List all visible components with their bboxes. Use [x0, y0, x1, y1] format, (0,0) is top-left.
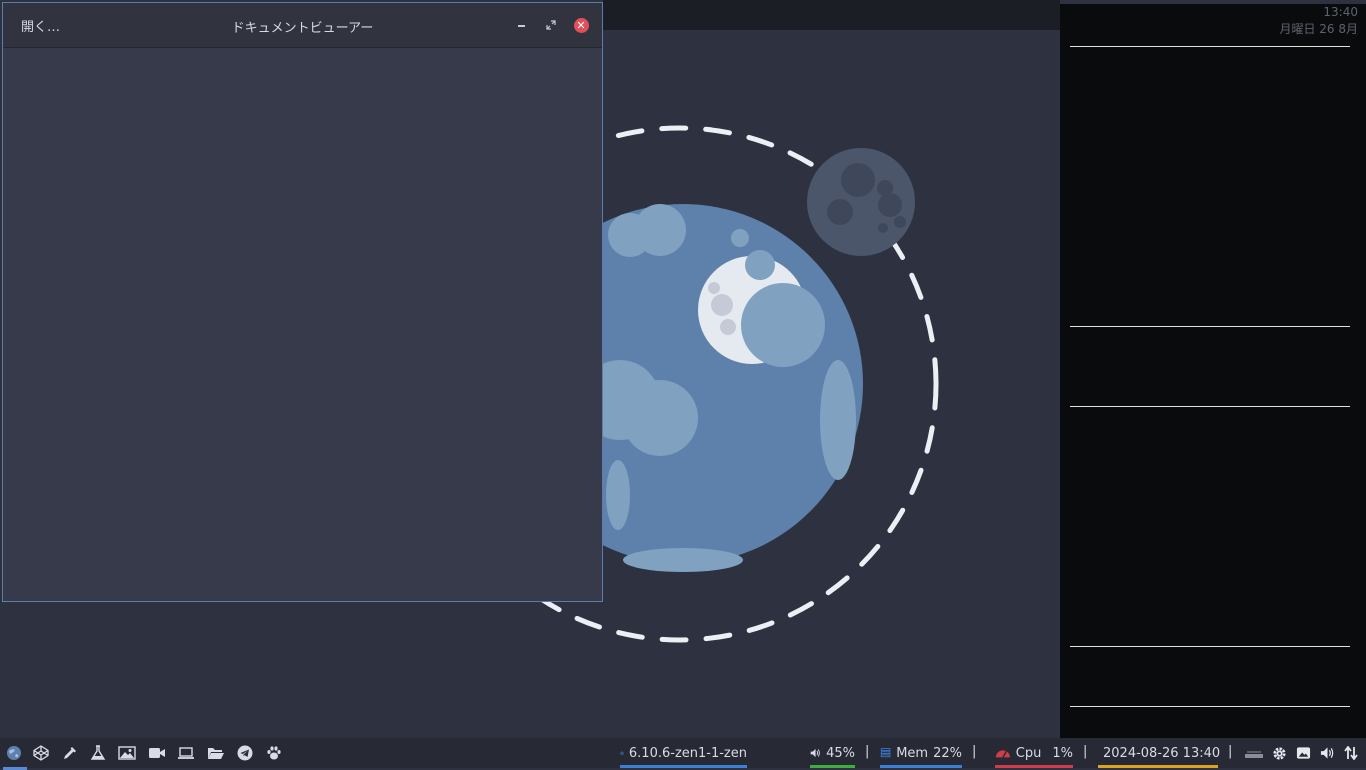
launcher-image-viewer[interactable] [114, 740, 140, 766]
keyboard-icon [1244, 746, 1264, 760]
panel-divider [1070, 706, 1350, 707]
memory-label: Mem [896, 746, 928, 761]
panel-divider [1070, 646, 1350, 647]
launcher-file-manager[interactable] [203, 740, 229, 766]
minimize-icon [518, 25, 525, 27]
launcher-flask[interactable] [85, 740, 111, 766]
kernel-version: 6.10.6-zen1-1-zen [629, 746, 747, 761]
cpu-label: Cpu [1016, 746, 1042, 761]
gauge-icon [995, 745, 1011, 761]
panel-divider [1070, 406, 1350, 407]
launcher-telegram[interactable] [232, 740, 258, 766]
launcher-globe[interactable] [1, 740, 27, 766]
memory-usage: 22% [933, 746, 962, 761]
speaker-icon [810, 745, 821, 761]
separator: | [1228, 744, 1232, 759]
volume-icon [1320, 746, 1335, 760]
tray-network[interactable] [1341, 743, 1361, 763]
paw-icon [266, 745, 282, 761]
tray-settings[interactable] [1269, 743, 1289, 763]
picture-icon [1296, 746, 1311, 760]
separator: | [865, 744, 869, 759]
panel-date: 月曜日 26 8月 [1279, 21, 1358, 38]
minimize-button[interactable] [513, 17, 529, 33]
bank-icon [620, 745, 624, 761]
color-picker-icon [62, 745, 78, 761]
network-arrows-icon [1344, 746, 1358, 760]
image-viewer-icon [118, 745, 136, 761]
launcher-paw[interactable] [261, 740, 287, 766]
taskbar: 6.10.6-zen1-1-zen 45% | Mem 22% | Cpu 1%… [0, 738, 1366, 768]
volume-module[interactable]: 45% [810, 738, 855, 768]
gear-icon [1272, 746, 1287, 761]
tray-volume[interactable] [1317, 743, 1337, 763]
tray-keyboard[interactable] [1244, 743, 1264, 763]
panel-divider [1070, 326, 1350, 327]
window-titlebar[interactable]: 開く… ドキュメントビューアー ✕ [3, 3, 602, 48]
kernel-module[interactable]: 6.10.6-zen1-1-zen [620, 738, 747, 768]
date-time: 2024-08-26 13:40 [1103, 746, 1220, 761]
system-monitor-panel: 13:40 月曜日 26 8月 [1060, 4, 1366, 738]
document-viewer-window: 開く… ドキュメントビューアー ✕ [2, 2, 603, 602]
top-bar-strip [603, 0, 1060, 30]
video-camera-icon [148, 745, 166, 761]
date-module[interactable]: 2024-08-26 13:40 [1098, 738, 1218, 768]
cpu-module[interactable]: Cpu 1% [995, 738, 1073, 768]
globe-icon [6, 745, 22, 761]
separator: | [1083, 744, 1087, 759]
panel-clock: 13:40 月曜日 26 8月 [1279, 4, 1358, 38]
maximize-icon [546, 20, 556, 30]
close-button[interactable]: ✕ [573, 17, 589, 33]
cpu-usage: 1% [1052, 746, 1073, 761]
laptop-icon [177, 745, 195, 761]
codepen-icon [33, 745, 49, 761]
launcher-codepen[interactable] [28, 740, 54, 766]
folder-open-icon [207, 745, 225, 761]
launcher-color-picker[interactable] [57, 740, 83, 766]
launcher-laptop[interactable] [173, 740, 199, 766]
tray-screenshot[interactable] [1293, 743, 1313, 763]
memory-icon [880, 745, 891, 761]
memory-module[interactable]: Mem 22% [880, 738, 962, 768]
launcher-video[interactable] [144, 740, 170, 766]
maximize-button[interactable] [543, 17, 559, 33]
close-icon: ✕ [574, 18, 589, 33]
separator: | [972, 744, 976, 759]
telegram-icon [237, 745, 253, 761]
document-content-area[interactable] [3, 48, 602, 601]
panel-time: 13:40 [1279, 4, 1358, 21]
flask-icon [90, 745, 106, 761]
panel-divider [1070, 46, 1350, 47]
volume-level: 45% [826, 746, 855, 761]
